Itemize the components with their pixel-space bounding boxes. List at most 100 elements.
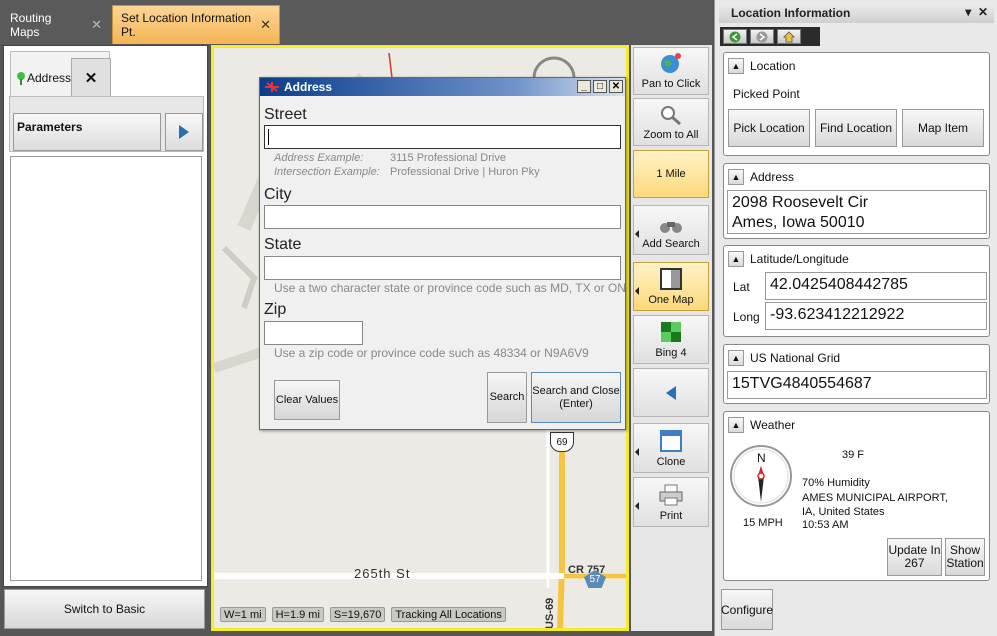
configure-button[interactable]: Configure [721, 589, 773, 630]
tab-routing-maps[interactable]: Routing Maps ✕ [2, 5, 110, 44]
globe-icon [661, 53, 681, 73]
map-item-button[interactable]: Map Item [902, 109, 984, 147]
panel-header: Location Information ▾ ✕ [719, 3, 994, 23]
city-input[interactable] [264, 205, 621, 229]
show-station-button[interactable]: Show Station [945, 538, 985, 576]
state-input[interactable] [264, 256, 621, 280]
bing-layer-button[interactable]: Bing 4 [633, 315, 709, 364]
expand-parameters-button[interactable] [165, 113, 203, 151]
address-text-box[interactable]: 2098 Roosevelt Cir Ames, Iowa 50010 [727, 190, 987, 234]
print-button[interactable]: Print [633, 477, 709, 527]
dialog-title-bar[interactable]: Address _ □ ✕ [260, 78, 625, 96]
observation-time: 10:53 AM [802, 519, 849, 531]
search-button[interactable]: Search [487, 372, 527, 423]
close-icon[interactable]: ✕ [609, 80, 623, 93]
tab-label: Routing Maps [10, 10, 52, 39]
grid-map-icon [661, 322, 681, 342]
usng-field[interactable]: 15TVG4840554687 [727, 371, 987, 399]
location-information-panel: Location Information ▾ ✕ ▲ Location Picke… [714, 0, 997, 636]
forward-circle-icon [756, 31, 768, 42]
parameters-bar: Parameters [9, 96, 204, 152]
pick-location-button[interactable]: Pick Location [728, 109, 810, 147]
home-icon [783, 30, 795, 42]
address-example-hint: Address Example: 3115 Professional Drive [274, 152, 506, 164]
location-card-header: ▲ Location [728, 58, 795, 74]
forward-button[interactable] [750, 29, 774, 44]
one-map-button[interactable]: One Map [633, 262, 709, 311]
collapse-toolbar-button[interactable] [633, 368, 709, 417]
station-name: AMES MUNICIPAL AIRPORT, [802, 492, 948, 504]
address-tab[interactable]: Address ✕ [10, 51, 111, 98]
longitude-field[interactable]: -93.623412212922 [765, 302, 987, 330]
collapse-chevron-icon[interactable]: ▲ [728, 58, 744, 74]
road-label-265th: 265th St [354, 566, 411, 581]
latitude-field[interactable]: 42.0425408442785 [765, 272, 987, 300]
collapse-chevron-icon[interactable]: ▲ [728, 350, 744, 366]
parameters-list[interactable] [10, 156, 202, 581]
tab-label: Set Location Information Pt. [121, 11, 252, 39]
location-value: Picked Point [733, 87, 800, 101]
state-label: State [264, 236, 302, 253]
location-card: ▲ Location Picked Point Pick Location Fin… [723, 52, 990, 156]
document-tab-bar: Routing Maps ✕ Set Location Information … [0, 0, 712, 44]
latlong-card-header: ▲ Latitude/Longitude [728, 251, 849, 267]
dropdown-arrow-icon [635, 448, 639, 456]
pan-to-click-button[interactable]: Pan to Click [633, 47, 709, 95]
maximize-icon[interactable]: □ [593, 80, 607, 93]
hint-value: 3115 Professional Drive [390, 152, 506, 164]
collapse-chevron-icon[interactable]: ▲ [728, 251, 744, 267]
home-button[interactable] [777, 29, 801, 44]
add-search-button[interactable]: Add Search [633, 205, 709, 255]
card-title: US National Grid [750, 351, 841, 365]
button-label: Pan to Click [641, 78, 701, 90]
clone-button[interactable]: Clone [633, 423, 709, 473]
search-and-close-button[interactable]: Search and Close (Enter) [531, 372, 621, 423]
minimize-icon[interactable]: _ [577, 80, 591, 93]
hint-key: Intersection Example: [274, 166, 380, 178]
shield-text: 69 [556, 436, 568, 448]
update-weather-button[interactable]: Update In 267 [887, 538, 942, 576]
street-input[interactable] [264, 125, 621, 149]
address-line-1: 2098 Roosevelt Cir [732, 194, 869, 211]
shield-text: 57 [589, 573, 601, 585]
address-line-2: Ames, Iowa 50010 [732, 214, 865, 231]
height-readout: H=1.9 mi [271, 607, 324, 622]
tab-set-location-information[interactable]: Set Location Information Pt. ✕ [112, 5, 280, 44]
collapse-chevron-icon[interactable]: ▲ [728, 417, 744, 433]
dropdown-arrow-icon [635, 286, 639, 295]
zip-input[interactable] [264, 321, 363, 345]
button-label: Add Search [642, 238, 700, 250]
address-app-icon [265, 82, 279, 92]
address-card: ▲ Address 2098 Roosevelt Cir Ames, Iowa 5… [723, 163, 990, 239]
close-tab-icon[interactable]: ✕ [91, 17, 102, 33]
switch-to-basic-button[interactable]: Switch to Basic [4, 589, 205, 629]
card-title: Address [750, 170, 795, 184]
hint-key: Address Example: [274, 152, 364, 164]
card-title: Latitude/Longitude [750, 252, 849, 266]
panel-menu-icon[interactable]: ▾ [965, 5, 971, 19]
button-label: 1 Mile [656, 168, 686, 180]
panel-title: Location Information [731, 6, 851, 20]
close-icon: ✕ [84, 70, 98, 87]
panel-controls: ▾ ✕ [965, 5, 988, 19]
scale-readout: S=19,670 [329, 607, 386, 622]
close-tab-icon[interactable]: ✕ [260, 17, 271, 33]
close-icon[interactable]: ✕ [978, 5, 988, 19]
collapse-chevron-icon[interactable]: ▲ [728, 169, 744, 185]
us-69-shield-icon: 69 [550, 432, 574, 452]
address-card-header: ▲ Address [728, 169, 794, 185]
back-button[interactable] [723, 29, 747, 44]
weather-card-header: ▲ Weather [728, 417, 795, 433]
zip-hint: Use a zip code or province code such as … [274, 346, 589, 360]
find-location-button[interactable]: Find Location [815, 109, 897, 147]
temperature: 39 F [842, 449, 865, 461]
address-dialog: Address _ □ ✕ Street Address Example: 311… [259, 77, 626, 430]
close-address-tab-button[interactable]: ✕ [71, 58, 111, 98]
map-status-bar: W=1 mi H=1.9 mi S=19,670 Tracking All Lo… [220, 607, 506, 622]
clear-values-button[interactable]: Clear Values [274, 380, 340, 420]
zoom-to-all-button[interactable]: Zoom to All [633, 98, 709, 146]
dropdown-arrow-icon [635, 502, 639, 510]
parameters-button[interactable]: Parameters [13, 113, 161, 151]
scale-button[interactable]: 1 Mile [633, 150, 709, 198]
printer-icon [659, 484, 683, 506]
